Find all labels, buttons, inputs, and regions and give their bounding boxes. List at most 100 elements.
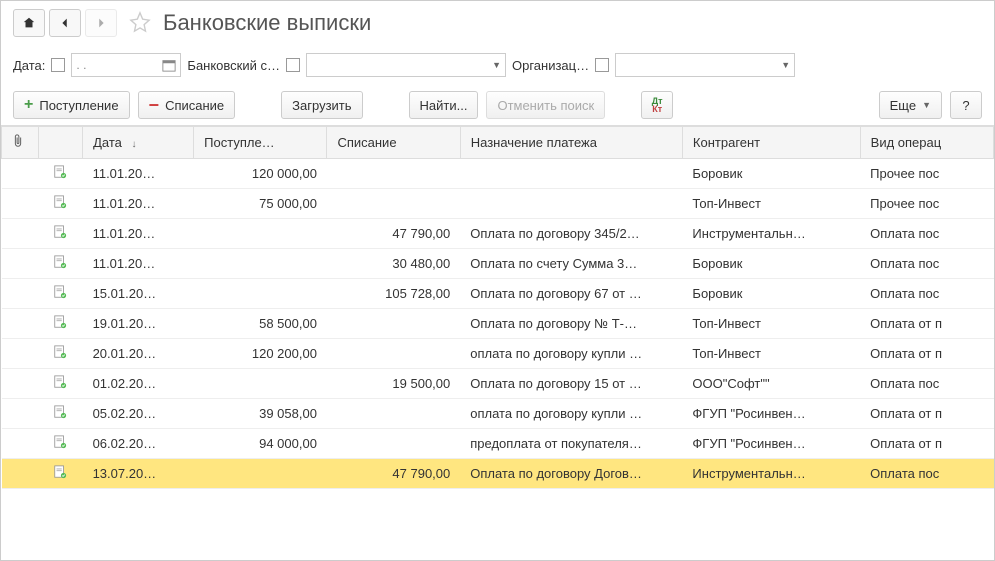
cancel-find-button: Отменить поиск [486, 91, 605, 119]
income-button[interactable]: + Поступление [13, 91, 130, 119]
cell-doc-icon [38, 249, 82, 279]
cell-type: Оплата от п [860, 309, 993, 339]
calendar-icon[interactable] [162, 58, 176, 72]
bank-filter-dropdown[interactable]: ▼ [306, 53, 506, 77]
cell-income: 75 000,00 [194, 189, 327, 219]
cell-type: Оплата пос [860, 279, 993, 309]
document-icon [53, 405, 67, 419]
cell-purpose [460, 159, 682, 189]
table-row[interactable]: 06.02.20…94 000,00предоплата от покупате… [2, 429, 994, 459]
cell-purpose: Оплата по договору 15 от … [460, 369, 682, 399]
cell-party: Топ-Инвест [682, 189, 860, 219]
cell-attach [2, 399, 39, 429]
page-title: Банковские выписки [163, 10, 371, 36]
col-header-icon[interactable] [38, 127, 82, 159]
dtkt-button[interactable]: ДтКт [641, 91, 673, 119]
cell-expense [327, 399, 460, 429]
cell-income: 58 500,00 [194, 309, 327, 339]
cell-attach [2, 429, 39, 459]
more-button[interactable]: Еще ▼ [879, 91, 942, 119]
document-icon [53, 375, 67, 389]
app-window: Банковские выписки Дата: . . Банковский … [0, 0, 995, 561]
date-filter-checkbox[interactable] [51, 58, 65, 72]
cell-doc-icon [38, 159, 82, 189]
load-button[interactable]: Загрузить [281, 91, 362, 119]
cell-income [194, 369, 327, 399]
document-icon [53, 465, 67, 479]
table-header-row: Дата ↓ Поступле… Списание Назначение пла… [2, 127, 994, 159]
cell-doc-icon [38, 219, 82, 249]
cell-date: 11.01.20… [83, 189, 194, 219]
col-header-income[interactable]: Поступле… [194, 127, 327, 159]
forward-button[interactable] [85, 9, 117, 37]
cell-income: 94 000,00 [194, 429, 327, 459]
cell-type: Оплата от п [860, 399, 993, 429]
col-header-party[interactable]: Контрагент [682, 127, 860, 159]
cell-date: 11.01.20… [83, 249, 194, 279]
cell-purpose: оплата по договору купли … [460, 339, 682, 369]
col-header-attach[interactable] [2, 127, 39, 159]
cell-type: Прочее пос [860, 159, 993, 189]
chevron-down-icon: ▼ [781, 60, 790, 70]
cell-type: Оплата пос [860, 369, 993, 399]
col-header-date[interactable]: Дата ↓ [83, 127, 194, 159]
org-filter-label: Организац… [512, 58, 589, 73]
find-button[interactable]: Найти... [409, 91, 479, 119]
cell-date: 15.01.20… [83, 279, 194, 309]
col-header-expense[interactable]: Списание [327, 127, 460, 159]
org-filter-dropdown[interactable]: ▼ [615, 53, 795, 77]
col-header-purpose[interactable]: Назначение платежа [460, 127, 682, 159]
cell-date: 01.02.20… [83, 369, 194, 399]
help-button[interactable]: ? [950, 91, 982, 119]
table-row[interactable]: 19.01.20…58 500,00Оплата по договору № Т… [2, 309, 994, 339]
sort-asc-icon: ↓ [132, 139, 137, 150]
cell-expense [327, 339, 460, 369]
table-body: 11.01.20…120 000,00БоровикПрочее пос11.0… [2, 159, 994, 489]
cell-party: Инструментальн… [682, 219, 860, 249]
table-row[interactable]: 11.01.20…75 000,00 Топ-ИнвестПрочее пос [2, 189, 994, 219]
cell-type: Прочее пос [860, 189, 993, 219]
cell-date: 11.01.20… [83, 159, 194, 189]
cell-date: 06.02.20… [83, 429, 194, 459]
cell-income [194, 459, 327, 489]
table-row[interactable]: 13.07.20…47 790,00Оплата по договору Дог… [2, 459, 994, 489]
expense-button[interactable]: − Списание [138, 91, 236, 119]
document-icon [53, 165, 67, 179]
cell-type: Оплата пос [860, 459, 993, 489]
home-button[interactable] [13, 9, 45, 37]
table-row[interactable]: 01.02.20… 19 500,00Оплата по договору 15 … [2, 369, 994, 399]
cell-attach [2, 159, 39, 189]
cell-doc-icon [38, 399, 82, 429]
table-row[interactable]: 11.01.20…30 480,00Оплата по счету Сумма … [2, 249, 994, 279]
cell-purpose: оплата по договору купли … [460, 399, 682, 429]
table-row[interactable]: 11.01.20…120 000,00БоровикПрочее пос [2, 159, 994, 189]
cell-expense: 19 500,00 [327, 369, 460, 399]
date-filter-input[interactable]: . . [71, 53, 181, 77]
back-button[interactable] [49, 9, 81, 37]
table-wrap[interactable]: Дата ↓ Поступле… Списание Назначение пла… [1, 125, 994, 560]
cell-date: 20.01.20… [83, 339, 194, 369]
dtkt-icon: ДтКт [652, 97, 663, 113]
cell-doc-icon [38, 459, 82, 489]
document-icon [53, 345, 67, 359]
bank-filter-checkbox[interactable] [286, 58, 300, 72]
cell-attach [2, 459, 39, 489]
toolbar: + Поступление − Списание Загрузить Найти… [1, 85, 994, 125]
date-filter-label: Дата: [13, 58, 45, 73]
titlebar: Банковские выписки [1, 1, 994, 45]
table-row[interactable]: 05.02.20…39 058,00оплата по договору куп… [2, 399, 994, 429]
cell-date: 13.07.20… [83, 459, 194, 489]
col-header-type[interactable]: Вид операц [860, 127, 993, 159]
table-row[interactable]: 15.01.20…105 728,00Оплата по договору 67… [2, 279, 994, 309]
cell-attach [2, 339, 39, 369]
cell-purpose: Оплата по договору 67 от … [460, 279, 682, 309]
minus-icon: − [149, 96, 160, 114]
cell-expense [327, 309, 460, 339]
cell-income [194, 249, 327, 279]
favorite-icon[interactable] [129, 11, 151, 36]
cell-date: 05.02.20… [83, 399, 194, 429]
table-row[interactable]: 20.01.20…120 200,00оплата по договору ку… [2, 339, 994, 369]
cell-attach [2, 309, 39, 339]
org-filter-checkbox[interactable] [595, 58, 609, 72]
table-row[interactable]: 11.01.20…47 790,00Оплата по договору 345… [2, 219, 994, 249]
